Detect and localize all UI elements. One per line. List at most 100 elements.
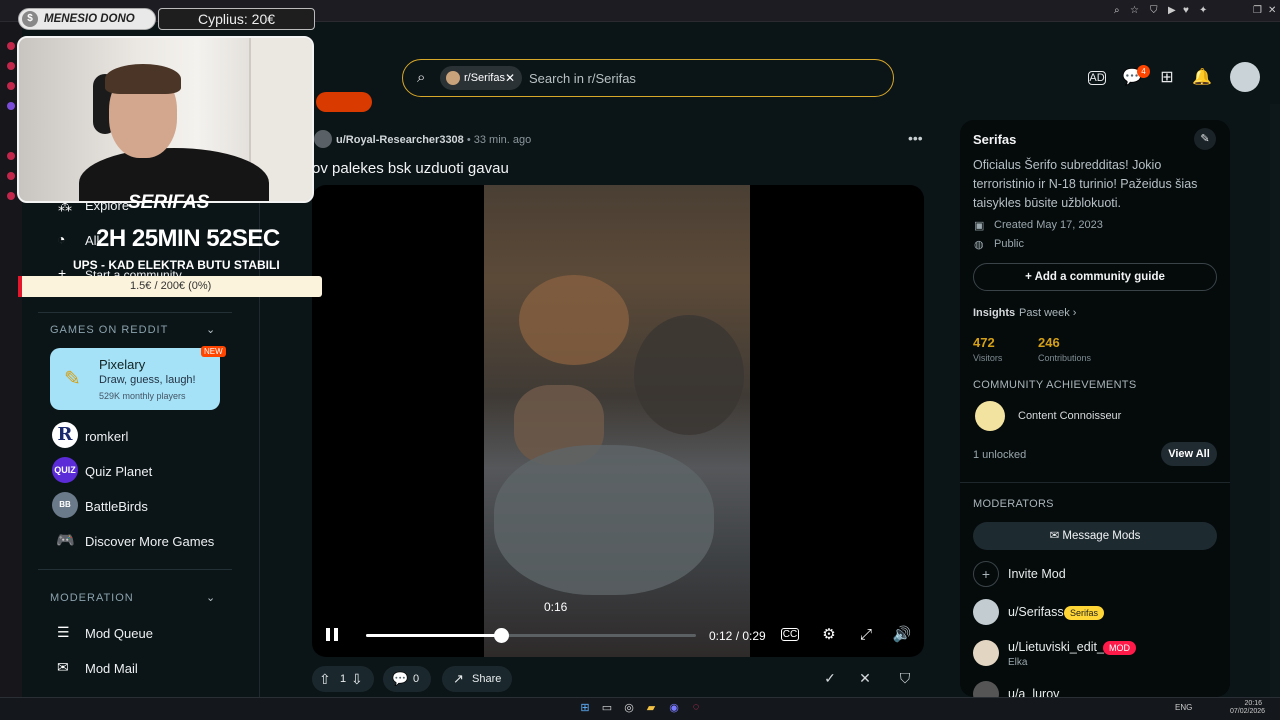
search-community-chip[interactable]: r/Serifas ✕ bbox=[440, 66, 522, 90]
more-options-icon[interactable]: ••• bbox=[908, 130, 923, 146]
mod-name[interactable]: u/Serifass bbox=[1008, 605, 1064, 619]
game-item-battlebirds[interactable]: BattleBirds bbox=[85, 499, 148, 514]
divider bbox=[38, 312, 232, 313]
add-community-guide-button[interactable]: + Add a community guide bbox=[973, 263, 1217, 291]
community-description: Oficialus Šerifo subredditas! Jokio terr… bbox=[973, 158, 1198, 210]
pause-button[interactable] bbox=[323, 625, 343, 645]
moderation-section-header[interactable]: MODERATION bbox=[50, 592, 134, 604]
mod-queue-icon: ☰ bbox=[57, 624, 70, 640]
discover-more-games[interactable]: Discover More Games bbox=[85, 534, 214, 549]
video-content bbox=[519, 275, 629, 365]
scrollbar[interactable] bbox=[1270, 104, 1280, 697]
app-icon[interactable]: ◎ bbox=[622, 701, 636, 715]
author-avatar[interactable] bbox=[314, 130, 332, 148]
remove-icon[interactable]: ✕ bbox=[855, 670, 875, 688]
volume-icon[interactable]: 🔊 bbox=[891, 625, 913, 645]
contributions-label: Contributions bbox=[1038, 353, 1092, 363]
app-icon[interactable] bbox=[7, 192, 15, 200]
new-badge: NEW bbox=[201, 346, 226, 357]
captions-icon[interactable]: CC bbox=[781, 628, 799, 641]
video-timecode: 0:12 / 0:29 bbox=[709, 629, 766, 643]
view-all-button[interactable]: View All bbox=[1161, 442, 1217, 466]
mod-avatar[interactable] bbox=[973, 599, 999, 625]
fullscreen-icon[interactable]: ⤢ bbox=[855, 625, 877, 645]
bookmark-icon[interactable]: ☆ bbox=[1130, 5, 1139, 16]
browser-icon[interactable]: ◌ bbox=[689, 701, 703, 715]
visitors-value: 472 bbox=[973, 335, 995, 350]
mod-subtitle: Elka bbox=[1008, 657, 1028, 668]
discord-icon[interactable]: ◉ bbox=[667, 701, 681, 715]
guide-label: Add a community guide bbox=[1034, 271, 1165, 283]
close-icon[interactable]: ✕ bbox=[505, 66, 515, 90]
approve-icon[interactable]: ✓ bbox=[820, 670, 840, 688]
taskview-icon[interactable]: ▭ bbox=[600, 701, 614, 715]
visitors-label: Visitors bbox=[973, 353, 1003, 363]
achievement-name[interactable]: Content Connoisseur bbox=[1018, 410, 1121, 422]
clock[interactable]: 20:16 07/02/2026 bbox=[1230, 700, 1265, 716]
app-icon[interactable] bbox=[7, 82, 15, 90]
prev-post-vote-pill[interactable] bbox=[316, 92, 372, 112]
user-avatar[interactable] bbox=[1230, 62, 1260, 92]
game-item-quiz-planet[interactable]: Quiz Planet bbox=[85, 464, 152, 479]
zoom-icon[interactable]: ⌕ bbox=[1114, 5, 1120, 16]
app-icon[interactable] bbox=[7, 102, 15, 110]
notifications-icon[interactable]: 🔔 bbox=[1192, 68, 1212, 88]
restore-icon[interactable]: ❐ bbox=[1253, 5, 1262, 16]
hover-time-tooltip: 0:16 bbox=[544, 600, 568, 614]
share-icon: ↗ bbox=[453, 671, 464, 686]
pixelary-game-card[interactable]: ✎ Pixelary Draw, guess, laugh! 529K mont… bbox=[50, 348, 220, 410]
message-mods-button[interactable]: ✉ Message Mods bbox=[973, 522, 1217, 550]
mod-avatar[interactable] bbox=[973, 640, 999, 666]
comments-button[interactable]: 💬 0 bbox=[383, 666, 431, 692]
game-meta: 529K monthly players bbox=[99, 391, 186, 401]
edit-icon[interactable]: ✎ bbox=[1194, 128, 1216, 150]
start-icon[interactable]: ⊞ bbox=[578, 701, 592, 715]
post-author[interactable]: u/Royal-Researcher3308 • 33 min. ago bbox=[336, 134, 531, 146]
games-section-header[interactable]: GAMES ON REDDIT bbox=[50, 324, 168, 336]
nav-mod-queue[interactable]: Mod Queue bbox=[85, 626, 153, 641]
mod-flair: Serifas bbox=[1064, 606, 1105, 620]
invite-mod[interactable]: Invite Mod bbox=[1008, 567, 1066, 581]
downvote-icon[interactable]: ⇩ bbox=[351, 666, 363, 692]
play-icon[interactable]: ▶ bbox=[1168, 5, 1176, 16]
author-name[interactable]: u/Royal-Researcher3308 bbox=[336, 134, 464, 146]
donation-goal-text: 1.5€ / 200€ (0%) bbox=[130, 280, 212, 292]
chevron-down-icon[interactable]: ⌄ bbox=[206, 323, 215, 336]
romkerl-icon: R bbox=[52, 422, 78, 448]
comment-icon: 💬 bbox=[392, 671, 409, 686]
video-player[interactable] bbox=[312, 185, 924, 657]
search-input[interactable]: Search in r/Serifas bbox=[529, 71, 636, 86]
globe-icon: ◍ bbox=[974, 239, 984, 251]
dollar-icon: $ bbox=[22, 11, 38, 27]
quiz-planet-icon: QUIZ bbox=[52, 457, 78, 483]
controller-icon: 🎮 bbox=[56, 532, 75, 549]
mod-name[interactable]: u/Lietuviski_edit_ bbox=[1008, 640, 1104, 654]
game-subtitle: Draw, guess, laugh! bbox=[99, 374, 196, 386]
extension-icon[interactable]: ⛉ bbox=[1150, 5, 1158, 16]
mod-mail-icon: ✉ bbox=[57, 659, 69, 675]
community-avatar bbox=[446, 71, 460, 85]
folder-icon[interactable]: ▰ bbox=[644, 701, 658, 715]
create-post-icon[interactable]: ⊞ bbox=[1157, 68, 1177, 88]
close-window-icon[interactable]: ✕ bbox=[1268, 5, 1276, 16]
heart-icon[interactable]: ♥ bbox=[1183, 5, 1189, 16]
streamer-hair bbox=[105, 64, 181, 94]
nav-mod-mail[interactable]: Mod Mail bbox=[85, 661, 138, 676]
settings-icon[interactable]: ⚙ bbox=[818, 625, 840, 645]
share-button[interactable]: ↗ Share bbox=[442, 666, 512, 692]
language-indicator[interactable]: ENG bbox=[1175, 703, 1192, 712]
insights-range[interactable]: Past week › bbox=[1019, 307, 1076, 319]
game-item-romkerl[interactable]: romkerl bbox=[85, 429, 128, 444]
shield-icon[interactable]: ⛉ bbox=[895, 670, 915, 688]
app-icon[interactable] bbox=[7, 42, 15, 50]
app-icon[interactable] bbox=[7, 172, 15, 180]
share-label: Share bbox=[472, 673, 502, 685]
post-title[interactable]: ov palekes bsk uzduoti gavau bbox=[312, 160, 509, 177]
advertise-icon[interactable]: AD bbox=[1088, 71, 1106, 85]
puzzle-icon[interactable]: ✦ bbox=[1199, 5, 1207, 16]
chevron-down-icon[interactable]: ⌄ bbox=[206, 591, 215, 604]
upvote-icon[interactable]: ⇧ bbox=[319, 666, 331, 692]
app-icon[interactable] bbox=[7, 152, 15, 160]
app-icon[interactable] bbox=[7, 62, 15, 70]
contributions-value: 246 bbox=[1038, 335, 1060, 350]
